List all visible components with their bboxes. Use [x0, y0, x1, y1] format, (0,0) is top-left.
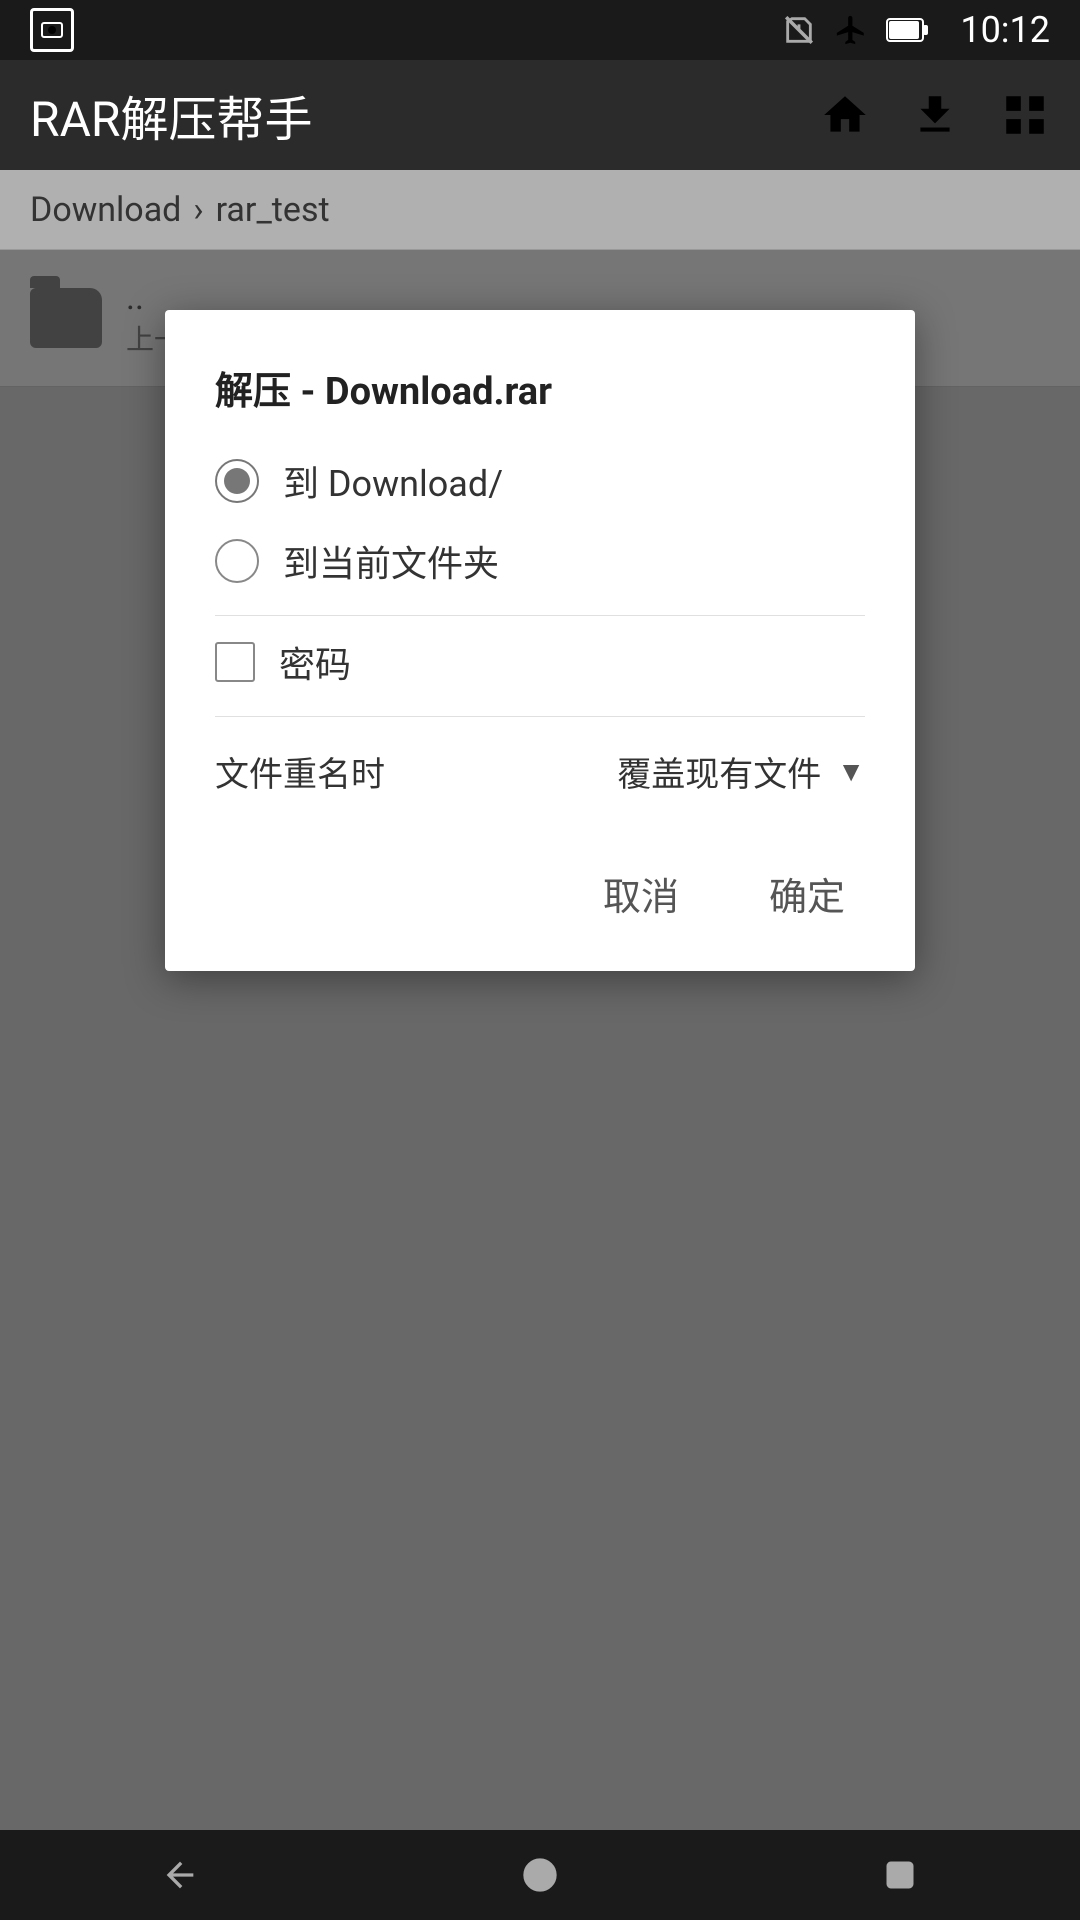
- conflict-row: 文件重名时 覆盖现有文件 ▼: [215, 747, 865, 796]
- extract-dialog: 解压 - Download.rar 到 Download/ 到当前文件夹 密码: [165, 310, 915, 971]
- status-time: 10:12: [960, 9, 1050, 51]
- radio-download-label: 到 Download/: [283, 455, 503, 507]
- divider-1: [215, 615, 865, 616]
- home-nav-icon[interactable]: [500, 1835, 580, 1915]
- radio-current-circle[interactable]: [215, 539, 259, 583]
- dialog-overlay: 解压 - Download.rar 到 Download/ 到当前文件夹 密码: [0, 250, 1080, 1830]
- checkbox-password[interactable]: 密码: [215, 636, 865, 688]
- conflict-value: 覆盖现有文件: [617, 747, 821, 796]
- confirm-button[interactable]: 确定: [749, 856, 865, 931]
- status-bar-left: [30, 0, 74, 60]
- breadcrumb-separator: ›: [193, 190, 203, 230]
- dialog-title: 解压 - Download.rar: [215, 360, 865, 415]
- battery-icon: [886, 15, 930, 45]
- photo-icon: [30, 8, 74, 52]
- breadcrumb-bar: Download › rar_test: [0, 170, 1080, 250]
- radio-current-label: 到当前文件夹: [283, 535, 499, 587]
- conflict-label: 文件重名时: [215, 747, 385, 796]
- dialog-title-prefix: 解压 -: [215, 370, 325, 414]
- radio-download-circle[interactable]: [215, 459, 259, 503]
- dialog-actions: 取消 确定: [215, 846, 865, 931]
- airplane-icon: [834, 13, 868, 47]
- radio-download-inner: [224, 468, 250, 494]
- nav-bar: [0, 1830, 1080, 1920]
- status-bar-icons: 10:12: [782, 9, 1050, 51]
- recent-icon[interactable]: [860, 1835, 940, 1915]
- app-title: RAR解压帮手: [30, 80, 820, 150]
- breadcrumb: Download › rar_test: [30, 190, 330, 230]
- main-content: .. 上一级 解压 - Download.rar 到 Download/ 到当前…: [0, 250, 1080, 1830]
- checkbox-password-box[interactable]: [215, 642, 255, 682]
- grid-icon[interactable]: [1000, 90, 1050, 140]
- sim-icon: [782, 13, 816, 47]
- download-icon[interactable]: [910, 90, 960, 140]
- cancel-button[interactable]: 取消: [583, 856, 699, 931]
- home-icon[interactable]: [820, 90, 870, 140]
- status-bar: 10:12: [0, 0, 1080, 60]
- chevron-down-icon: ▼: [837, 755, 865, 788]
- back-icon[interactable]: [140, 1835, 220, 1915]
- divider-2: [215, 716, 865, 717]
- checkbox-password-label: 密码: [279, 636, 351, 688]
- app-bar: RAR解压帮手: [0, 60, 1080, 170]
- conflict-select[interactable]: 覆盖现有文件 ▼: [617, 747, 865, 796]
- radio-option-current[interactable]: 到当前文件夹: [215, 535, 865, 587]
- app-bar-actions: [820, 90, 1050, 140]
- radio-option-download[interactable]: 到 Download/: [215, 455, 865, 507]
- breadcrumb-part1[interactable]: Download: [30, 190, 181, 230]
- breadcrumb-part2[interactable]: rar_test: [216, 190, 330, 230]
- dialog-title-filename: Download.rar: [325, 370, 552, 414]
